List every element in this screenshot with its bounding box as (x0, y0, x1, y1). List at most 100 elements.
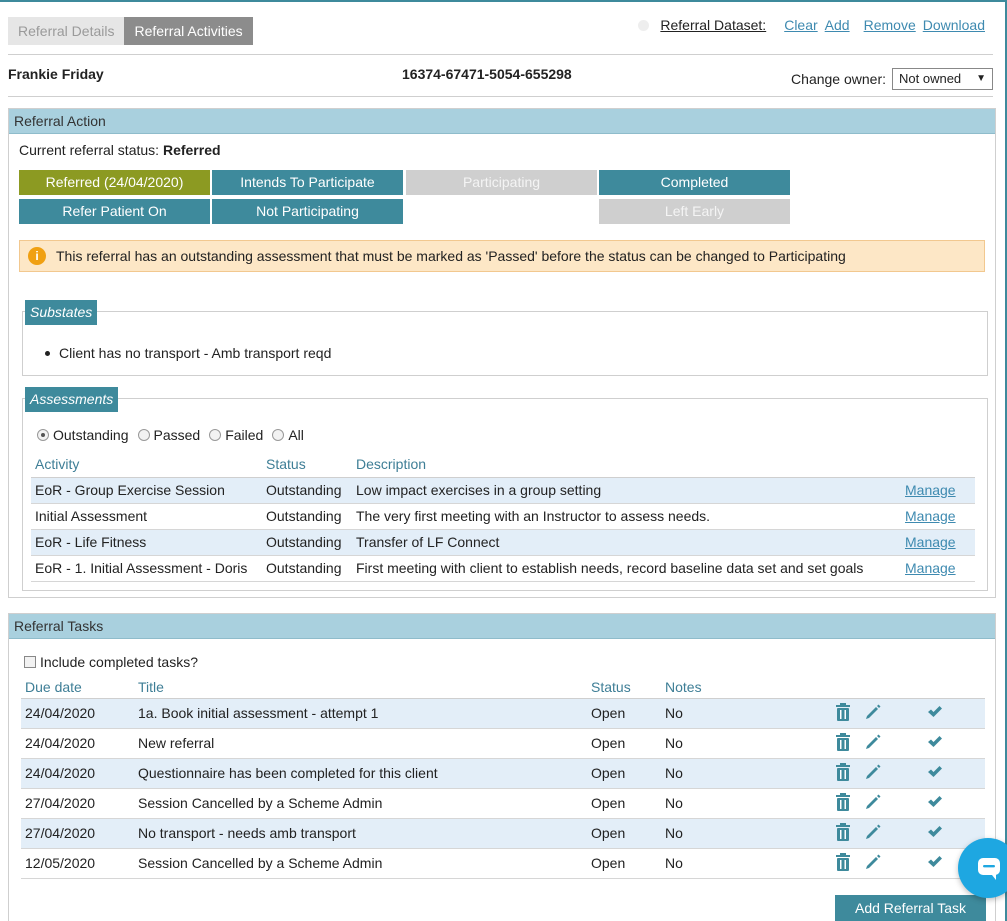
cell-notes: No (665, 818, 835, 849)
manage-link[interactable]: Manage (905, 560, 956, 576)
cell-title: Session Cancelled by a Scheme Admin (138, 788, 591, 819)
table-header-row: Due date Title Status Notes (21, 676, 985, 699)
pencil-icon[interactable] (865, 704, 881, 723)
pencil-icon[interactable] (865, 734, 881, 753)
column-header-description: Description (356, 451, 905, 478)
cell-notes: No (665, 758, 835, 789)
column-header-title: Title (138, 676, 591, 699)
trash-icon[interactable] (835, 732, 851, 754)
pencil-icon[interactable] (865, 824, 881, 843)
column-header-activity: Activity (31, 451, 266, 478)
radio-icon (272, 429, 285, 441)
include-completed-label: Include completed tasks? (40, 654, 198, 670)
check-icon[interactable] (927, 855, 943, 872)
warning-text: This referral has an outstanding assessm… (56, 248, 846, 264)
tab-referral-details[interactable]: Referral Details (8, 17, 125, 45)
check-icon[interactable] (927, 825, 943, 842)
filter-outstanding-radio[interactable]: Outstanding (37, 427, 129, 443)
chat-button[interactable] (958, 838, 1007, 898)
status-button-not-participating[interactable]: Not Participating (212, 199, 403, 224)
manage-link[interactable]: Manage (905, 482, 956, 498)
substate-item: Client has no transport - Amb transport … (45, 345, 331, 361)
filter-failed-radio[interactable]: Failed (209, 427, 263, 443)
cell-notes: No (665, 728, 835, 759)
tasks-table-body: 24/04/2020 1a. Book initial assessment - … (21, 698, 985, 879)
table-row: EoR - 1. Initial Assessment - Doris Outs… (31, 555, 975, 582)
cell-title: Session Cancelled by a Scheme Admin (138, 848, 591, 879)
assessment-warning: i This referral has an outstanding asses… (19, 240, 985, 272)
cell-activity: EoR - Group Exercise Session (31, 477, 266, 504)
tab-bar: Referral Details Referral Activities (8, 17, 253, 45)
cell-description: First meeting with client to establish n… (356, 555, 905, 582)
cell-status: Open (591, 698, 665, 729)
filter-passed-radio[interactable]: Passed (137, 427, 200, 443)
dataset-add-link[interactable]: Add (825, 17, 850, 33)
owner-select[interactable]: Not owned ▼ (892, 68, 993, 90)
chat-icon (978, 858, 1000, 880)
status-button-left-early: Left Early (599, 199, 790, 224)
status-button-refer-patient-on[interactable]: Refer Patient On (19, 199, 210, 224)
substate-item-label: Client has no transport - Amb transport … (59, 345, 332, 361)
dataset-download-link[interactable]: Download (923, 17, 985, 33)
cell-status: Outstanding (266, 529, 356, 556)
cell-activity: Initial Assessment (31, 503, 266, 530)
check-icon[interactable] (927, 765, 943, 782)
include-completed-toggle: Include completed tasks? (24, 654, 198, 670)
column-header-actions (835, 676, 895, 699)
table-row: 24/04/2020 Questionnaire has been complet… (21, 758, 985, 789)
dataset-label: Referral Dataset: (660, 17, 767, 33)
dataset-remove-link[interactable]: Remove (864, 17, 916, 33)
table-row: EoR - Group Exercise Session Outstanding… (31, 477, 975, 504)
check-icon[interactable] (927, 705, 943, 722)
column-header-status: Status (591, 676, 665, 699)
radio-checked-icon (37, 429, 49, 441)
cell-notes: No (665, 788, 835, 819)
column-header-due-date: Due date (21, 676, 138, 699)
cell-status: Outstanding (266, 477, 356, 504)
filter-all-label: All (288, 427, 304, 443)
cell-title: 1a. Book initial assessment - attempt 1 (138, 698, 591, 729)
assessment-filter: Outstanding Passed Failed All (37, 427, 313, 443)
table-row: 24/04/2020 New referral Open No (21, 728, 985, 759)
pencil-icon[interactable] (865, 854, 881, 873)
cell-status: Outstanding (266, 503, 356, 530)
pencil-icon[interactable] (865, 794, 881, 813)
trash-icon[interactable] (835, 822, 851, 844)
column-header-status: Status (266, 451, 356, 478)
add-referral-task-button[interactable]: Add Referral Task (835, 895, 986, 921)
status-button-completed[interactable]: Completed (599, 170, 790, 195)
tasks-table: Due date Title Status Notes 24/04/2020 1a… (21, 676, 985, 879)
filter-failed-label: Failed (225, 427, 264, 443)
tab-referral-activities[interactable]: Referral Activities (124, 17, 253, 45)
status-button-intends-to-participate[interactable]: Intends To Participate (212, 170, 403, 195)
assessments-legend: Assessments (25, 387, 119, 412)
cell-description: Low impact exercises in a group setting (356, 477, 905, 504)
table-header-row: Activity Status Description (31, 451, 975, 478)
table-row: EoR - Life Fitness Outstanding Transfer … (31, 529, 975, 556)
referral-action-header: Referral Action (9, 109, 995, 134)
pencil-icon[interactable] (865, 764, 881, 783)
include-completed-checkbox[interactable] (24, 656, 36, 668)
manage-link[interactable]: Manage (905, 508, 956, 524)
trash-icon[interactable] (835, 852, 851, 874)
cell-status: Open (591, 818, 665, 849)
trash-icon[interactable] (835, 702, 851, 724)
filter-all-radio[interactable]: All (272, 427, 304, 443)
referral-dataset-bar: Referral Dataset: Clear Add Remove Downl… (638, 17, 985, 33)
cell-due-date: 27/04/2020 (21, 818, 138, 849)
manage-link[interactable]: Manage (905, 534, 956, 550)
trash-icon[interactable] (835, 792, 851, 814)
divider (8, 54, 993, 55)
dataset-clear-link[interactable]: Clear (784, 17, 817, 33)
cell-status: Outstanding (266, 555, 356, 582)
check-icon[interactable] (927, 735, 943, 752)
check-icon[interactable] (927, 795, 943, 812)
radio-icon (209, 429, 222, 441)
chevron-down-icon: ▼ (976, 73, 986, 84)
trash-icon[interactable] (835, 762, 851, 784)
cell-description: Transfer of LF Connect (356, 529, 905, 556)
cell-due-date: 24/04/2020 (21, 758, 138, 789)
cell-notes: No (665, 848, 835, 879)
status-button-referred[interactable]: Referred (24/04/2020) (19, 170, 210, 195)
info-icon: i (28, 247, 46, 265)
